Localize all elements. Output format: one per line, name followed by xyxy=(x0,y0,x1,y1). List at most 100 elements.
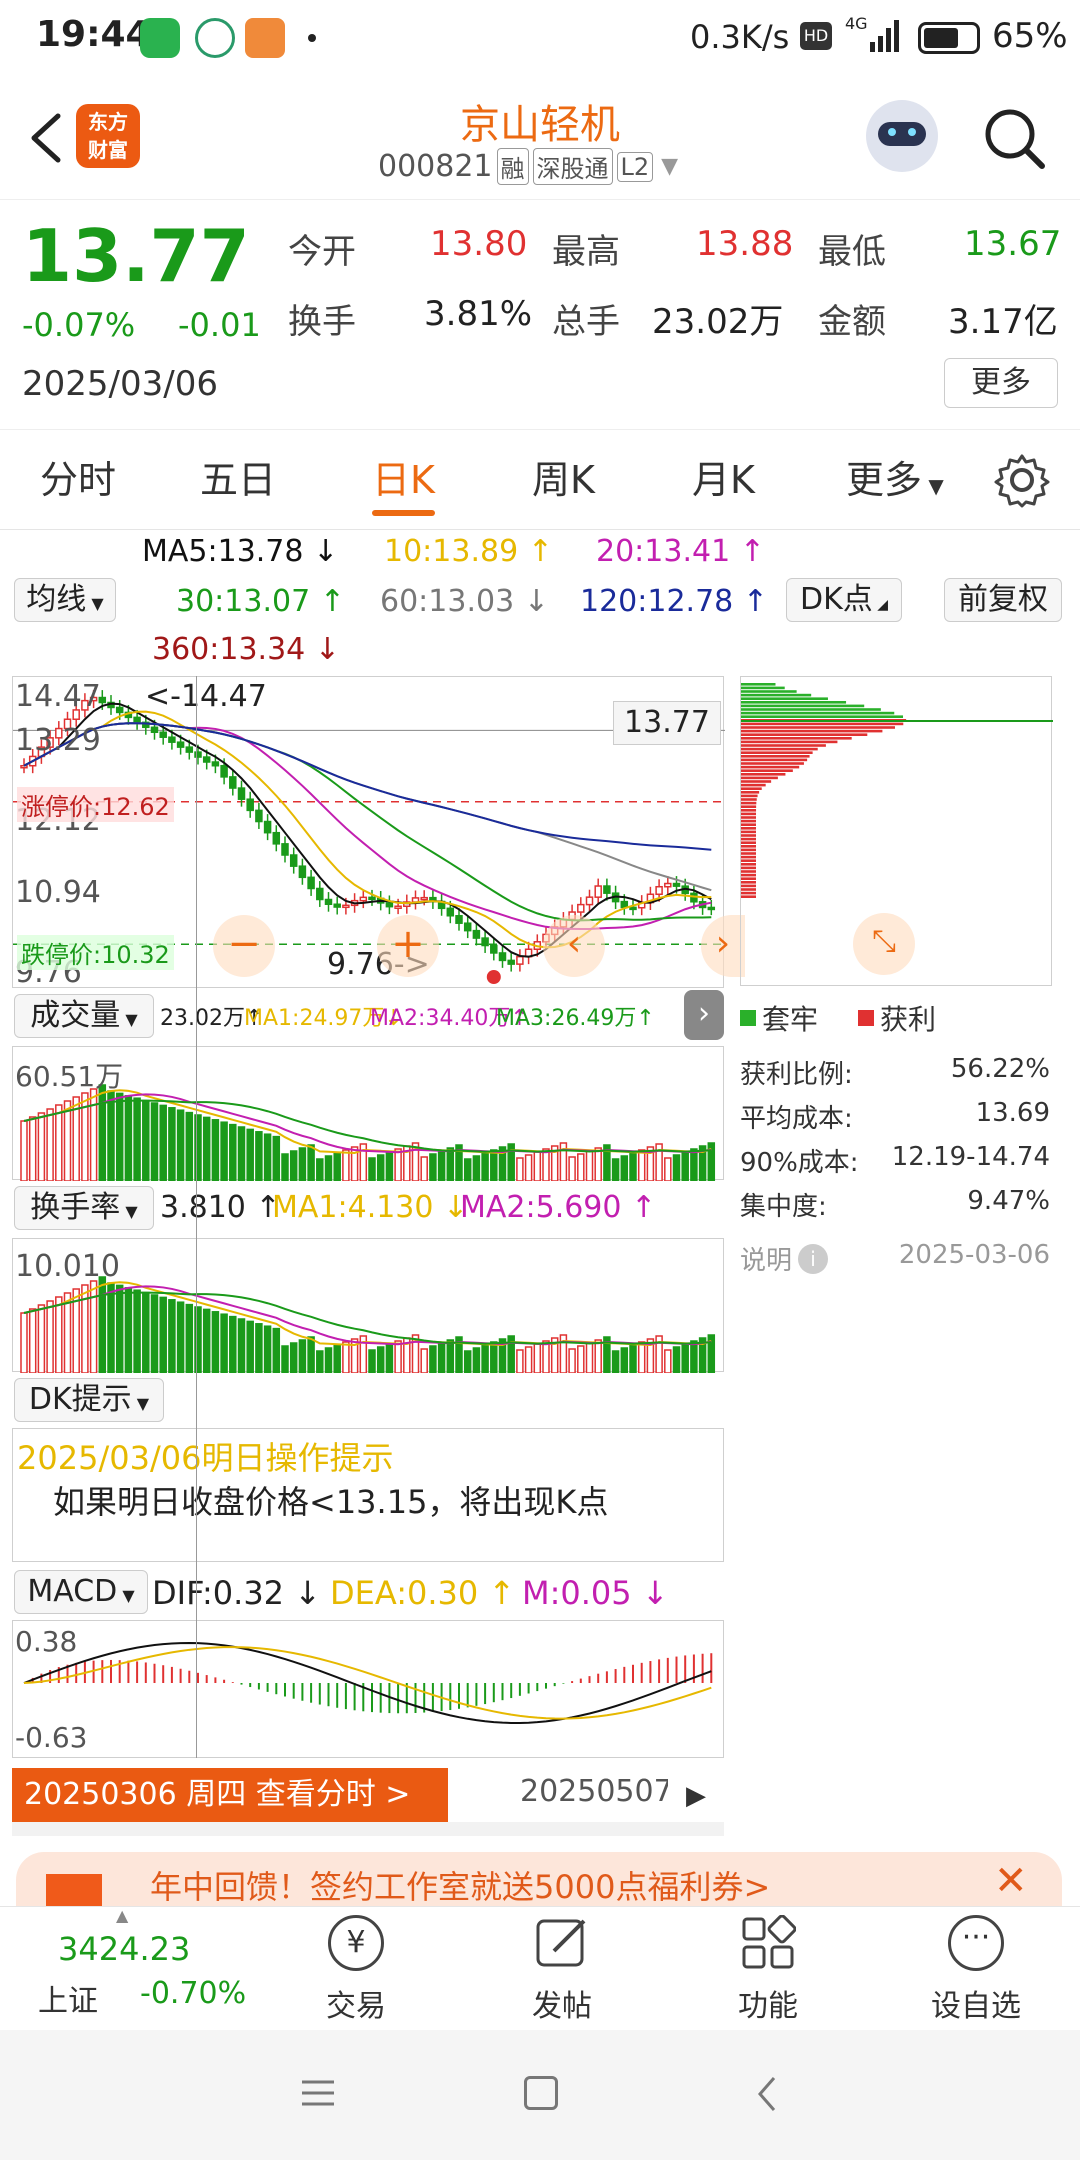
limit-down-label: 跌停价:10.32 xyxy=(17,935,174,970)
candle-body xyxy=(20,764,28,769)
volume-bar xyxy=(585,1342,594,1373)
zoom-in-button[interactable]: + xyxy=(377,915,439,977)
volume-y-top: 60.51万 xyxy=(15,1060,124,1093)
menu-icon[interactable] xyxy=(298,2078,338,2108)
date-scrollbar[interactable] xyxy=(12,1822,724,1836)
chip-bar xyxy=(741,891,756,895)
nav-trade[interactable]: ¥ 交易 xyxy=(266,1915,446,2025)
tab-intraday[interactable]: 分时 xyxy=(40,430,116,530)
back-nav-icon[interactable] xyxy=(752,2074,782,2114)
tab-five-day[interactable]: 五日 xyxy=(200,430,276,530)
home-icon[interactable] xyxy=(524,2076,558,2110)
candle-body xyxy=(672,882,681,887)
more-dots-icon: ··· xyxy=(948,1915,1004,1971)
volume-bar xyxy=(368,1157,376,1181)
robot-avatar-icon[interactable] xyxy=(866,100,938,172)
turnover-select[interactable]: 换手率 ▼ xyxy=(14,1186,154,1230)
chip-bar xyxy=(741,848,756,852)
chip-bar xyxy=(741,780,772,783)
expand-right-icon[interactable]: › xyxy=(684,990,724,1040)
volume-bar xyxy=(229,1315,237,1373)
volume-bar xyxy=(159,1104,167,1181)
candle-body xyxy=(220,764,228,778)
chip-bar xyxy=(741,704,865,708)
tab-monthly-k[interactable]: 月K xyxy=(692,430,755,530)
candle-body xyxy=(272,831,281,845)
view-intraday-button[interactable]: 20250306 周四 查看分时 > xyxy=(12,1768,448,1822)
macd-select-label: MACD xyxy=(27,1574,118,1609)
nav-add-watchlist-label: 设自选 xyxy=(931,1989,1021,2024)
promo-banner[interactable]: 年中回馈！签约工作室就送5000点福利券> ✕ xyxy=(16,1852,1062,1908)
candle-body xyxy=(394,905,402,910)
status-bar: 19:44 0.3K/s HD 4G 65% xyxy=(0,0,1080,80)
nav-add-watchlist[interactable]: ··· 设自选 xyxy=(886,1915,1066,2025)
kline-chart[interactable]: 14.47 13.29 12.12 10.94 9.76 <-14.47 9.7… xyxy=(12,676,745,990)
nav-post[interactable]: 发帖 xyxy=(472,1915,652,2025)
macd-select[interactable]: MACD ▼ xyxy=(14,1570,148,1614)
ma-select[interactable]: 均线 ▼ xyxy=(14,578,116,622)
crosshair-line xyxy=(196,676,197,1758)
chip-bar xyxy=(741,765,800,769)
candle-body xyxy=(490,944,498,954)
dk-point-toggle[interactable]: DK点 ◢ xyxy=(786,578,902,622)
tab-more[interactable]: 更多 ▼ xyxy=(846,430,944,530)
volume-bar xyxy=(376,1154,385,1181)
volume-bar xyxy=(176,1109,185,1181)
stock-code-row[interactable]: 000821 融 深股通 L2 ▼ xyxy=(378,148,678,185)
candle-body xyxy=(655,885,663,896)
volume-bar xyxy=(20,1120,28,1181)
chip-bar xyxy=(741,683,776,686)
index-value[interactable]: 3424.23 xyxy=(58,1930,190,1968)
candle-body xyxy=(481,937,489,947)
macd-dif-line xyxy=(23,1642,712,1724)
ma30-value: 30:13.07 ↑ xyxy=(176,584,345,619)
high-marker: <-14.47 xyxy=(145,679,267,714)
candle-body xyxy=(281,843,289,856)
volume-bar xyxy=(89,1088,98,1181)
date-next-icon[interactable]: ▶ xyxy=(668,1770,724,1824)
volume-bar xyxy=(533,1343,542,1373)
caret-down-icon: ▼ xyxy=(922,474,944,498)
volume-bar xyxy=(463,1158,472,1181)
pan-left-button[interactable]: ‹ xyxy=(543,915,605,977)
chip-bar xyxy=(741,783,766,787)
close-icon[interactable]: ✕ xyxy=(994,1858,1028,1904)
volume-bar xyxy=(533,1151,542,1181)
volume-bar xyxy=(28,1308,37,1373)
dk-tip-select[interactable]: DK提示 ▼ xyxy=(14,1378,164,1422)
note-link[interactable]: 说明 i xyxy=(740,1240,829,1277)
candle-body xyxy=(307,876,315,890)
change-percent: -0.07% xyxy=(22,306,136,344)
note-label: 说明 xyxy=(740,1246,793,1276)
profit-label: 获利 xyxy=(880,1003,937,1036)
adjust-select[interactable]: 前复权 xyxy=(944,578,1062,622)
expand-icon[interactable]: ⤡ xyxy=(853,913,915,975)
index-name[interactable]: 上证 xyxy=(38,1976,98,2020)
volume-label: 总手 xyxy=(552,302,620,342)
macd-m: M:0.05 ↓ xyxy=(522,1574,669,1612)
chip-bar xyxy=(741,744,826,747)
dk-tip-title: 2025/03/06明日操作提示 xyxy=(17,1439,394,1477)
chip-bar xyxy=(741,755,810,758)
stat-note[interactable]: 说明 i 2025-03-06 xyxy=(740,1240,1050,1277)
stat-concentration: 集中度: 9.47% xyxy=(740,1186,1050,1223)
volume-bar xyxy=(490,1341,498,1373)
macd-y-top: 0.38 xyxy=(15,1625,78,1658)
candle-body xyxy=(603,885,611,894)
volume-bar xyxy=(263,1133,272,1181)
tab-weekly-k[interactable]: 周K xyxy=(532,430,595,530)
nav-functions[interactable]: 功能 xyxy=(678,1914,858,2025)
more-quote-button[interactable]: 更多 xyxy=(944,358,1058,408)
volume-bar xyxy=(37,1304,46,1373)
chip-bar xyxy=(741,737,852,740)
settings-gear-icon[interactable] xyxy=(994,452,1050,508)
volume-bar xyxy=(637,1149,646,1181)
search-icon[interactable] xyxy=(980,104,1050,174)
volume-select[interactable]: 成交量 ▼ xyxy=(14,994,154,1038)
zoom-out-button[interactable]: − xyxy=(213,915,275,977)
tab-daily-k[interactable]: 日K xyxy=(372,430,435,530)
volume-bar xyxy=(229,1123,237,1181)
dk-tip-panel: 2025/03/06明日操作提示 如果明日收盘价格<13.15，将出现K点 xyxy=(12,1428,724,1562)
volume-bar xyxy=(168,1107,176,1181)
chip-bar xyxy=(741,697,828,700)
